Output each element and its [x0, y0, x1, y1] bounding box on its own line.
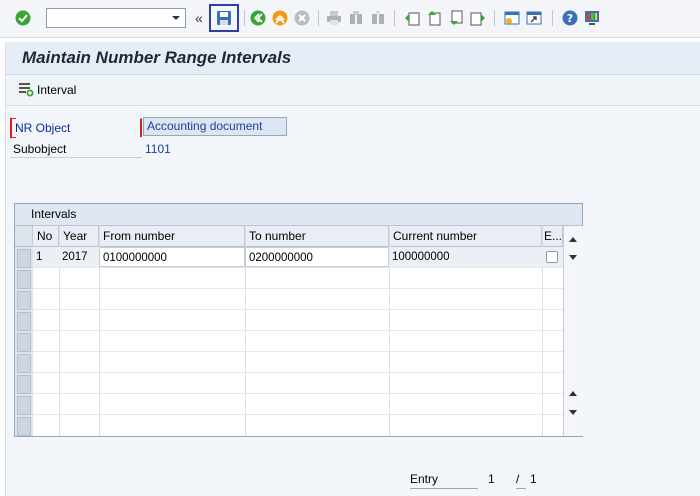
column-header-current-number[interactable]: Current number	[389, 226, 542, 247]
row-selector[interactable]	[17, 417, 31, 436]
row-selector[interactable]	[17, 354, 31, 373]
back-double-icon[interactable]: «	[195, 10, 203, 26]
intervals-table-title-bar: Intervals	[15, 204, 582, 226]
row-selector[interactable]	[17, 396, 31, 415]
table-row[interactable]	[33, 331, 563, 352]
subobject-label: Subobject	[10, 141, 142, 158]
table-row[interactable]	[33, 373, 563, 394]
shortcut-icon[interactable]	[526, 10, 542, 26]
svg-text:?: ?	[567, 12, 573, 25]
help-icon[interactable]: ?	[562, 10, 578, 26]
to-number-input[interactable]: 0200000000	[245, 247, 389, 267]
column-header-from-number[interactable]: From number	[99, 226, 245, 247]
column-header-year[interactable]: Year	[59, 226, 99, 247]
table-row[interactable]: 1 2017 0100000000 0200000000 100000000	[33, 247, 563, 268]
nr-object-label: NR Object	[10, 118, 142, 138]
row-selector[interactable]	[17, 270, 31, 289]
print-icon[interactable]	[326, 10, 342, 26]
intervals-table-title: Intervals	[31, 207, 77, 221]
table-row[interactable]	[33, 289, 563, 310]
from-number-input[interactable]: 0100000000	[99, 247, 245, 267]
command-field[interactable]	[46, 8, 186, 28]
scroll-up-icon[interactable]	[568, 232, 578, 246]
row-selector[interactable]	[17, 312, 31, 331]
table-row[interactable]	[33, 415, 563, 436]
row-selector-column	[15, 247, 33, 436]
application-toolbar: Interval	[6, 75, 700, 106]
find-icon[interactable]	[348, 10, 364, 26]
system-toolbar: « ?	[0, 0, 700, 38]
interval-button[interactable]: Interval	[18, 81, 76, 99]
row-selector[interactable]	[17, 333, 31, 352]
last-page-icon[interactable]	[470, 10, 486, 26]
cancel-icon[interactable]	[294, 10, 310, 26]
main-content: Maintain Number Range Intervals Interval…	[5, 42, 700, 496]
table-row[interactable]	[33, 394, 563, 415]
intervals-table: Intervals No Year From number To number …	[14, 203, 583, 437]
table-row[interactable]	[33, 268, 563, 289]
row-selector[interactable]	[17, 291, 31, 310]
entry-total-value: 1	[530, 472, 537, 486]
page-title: Maintain Number Range Intervals	[22, 48, 292, 67]
previous-page-icon[interactable]	[426, 10, 442, 26]
row-selector[interactable]	[17, 249, 31, 268]
entry-separator: /	[516, 472, 526, 489]
check-icon[interactable]	[15, 10, 31, 26]
back-icon[interactable]	[250, 10, 266, 26]
create-session-icon[interactable]	[504, 10, 520, 26]
column-header-no[interactable]: No	[33, 226, 59, 247]
table-row[interactable]	[33, 352, 563, 373]
row-selector[interactable]	[17, 375, 31, 394]
external-checkbox[interactable]	[546, 251, 558, 263]
next-page-icon[interactable]	[448, 10, 464, 26]
scroll-page-down-icon[interactable]	[568, 406, 578, 420]
scroll-page-up-icon[interactable]	[568, 386, 578, 400]
column-header-to-number[interactable]: To number	[245, 226, 389, 247]
save-icon[interactable]	[216, 10, 232, 26]
add-interval-icon	[18, 81, 34, 100]
table-row[interactable]	[33, 310, 563, 331]
cell-year: 2017	[62, 251, 88, 263]
entry-current-value[interactable]: 1	[488, 472, 495, 486]
entry-label: Entry	[410, 472, 478, 489]
first-page-icon[interactable]	[404, 10, 420, 26]
scroll-down-icon[interactable]	[568, 251, 578, 265]
chevron-down-icon[interactable]	[169, 10, 183, 26]
customize-icon[interactable]	[584, 10, 600, 26]
subobject-value: 1101	[145, 142, 171, 156]
select-all-header[interactable]	[15, 226, 33, 247]
interval-button-label: Interval	[37, 83, 77, 97]
find-next-icon[interactable]	[370, 10, 386, 26]
title-bar: Maintain Number Range Intervals	[6, 42, 700, 75]
cell-no: 1	[36, 251, 43, 263]
column-header-external[interactable]: E...	[542, 226, 563, 247]
vertical-scrollbar[interactable]	[563, 226, 583, 436]
exit-icon[interactable]	[272, 10, 288, 26]
cell-current-number: 100000000	[392, 251, 450, 263]
nr-object-field[interactable]: Accounting document	[143, 117, 287, 136]
